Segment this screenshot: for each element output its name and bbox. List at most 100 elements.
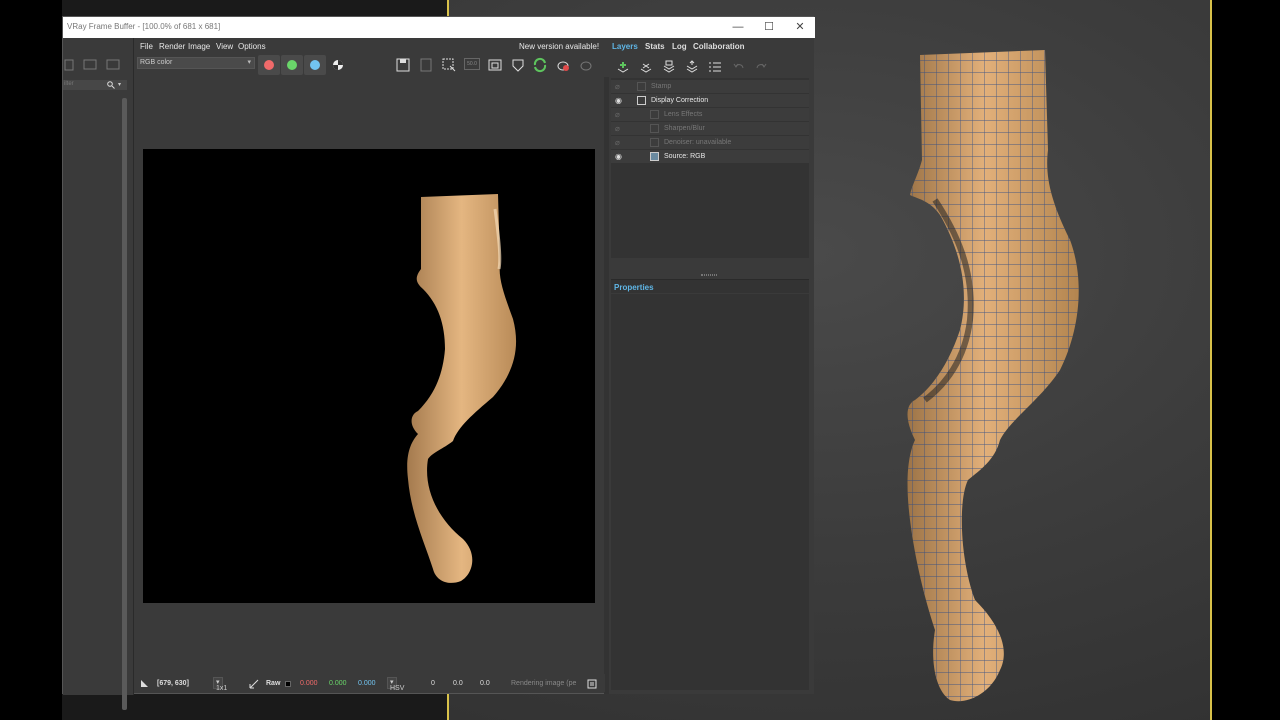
layer-row-display-correction[interactable]: ◉ Display Correction [611,94,809,107]
region-render-icon[interactable] [441,57,457,73]
menu-view[interactable]: View [216,42,233,51]
layer-label-stamp: Stamp [651,83,672,90]
layer-row-source-rgb[interactable]: ◉ Source: RGB [611,150,809,163]
menu-options[interactable]: Options [238,42,266,51]
new-version-link[interactable]: New version available! [519,42,599,51]
layer-label-sharpen-blur: Sharpen/Blur [664,125,705,132]
channel-select[interactable]: RGB color ▾ [137,57,255,69]
compare-icon[interactable] [487,57,503,73]
source-layer-icon [650,152,659,161]
color-picker-icon[interactable] [249,679,259,689]
render-teapot-icon[interactable] [555,57,571,73]
raw-label: Raw [266,680,281,687]
save-layers-icon[interactable] [662,60,676,74]
save-icon[interactable] [395,57,411,73]
layers-splitter-handle[interactable] [701,274,717,276]
interactive-render-icon[interactable] [532,57,548,73]
stamp-layer-icon [637,82,646,91]
properties-label: Properties [614,283,654,292]
title-bar[interactable]: VRay Frame Buffer - [100.0% of 681 x 681… [63,17,815,38]
delete-layer-icon[interactable] [639,60,653,74]
alpha-channel-icon[interactable] [330,57,346,73]
green-channel-button[interactable] [281,55,303,75]
sharpen-blur-icon [650,124,659,133]
hue-value: 0 [431,680,435,687]
menu-render[interactable]: Render [159,42,185,51]
minimize-button[interactable]: — [723,19,753,35]
zoom-badge[interactable]: 50.0 [464,58,480,70]
green-dot-icon [287,60,297,70]
color-mode-value: HSV [390,685,405,692]
chevron-down-icon: ▾ [247,59,251,66]
status-bar: [679, 630] 1x1 ▾ Raw 0.000 0.000 0.000 H… [135,674,605,692]
track-mouse-icon[interactable] [510,57,526,73]
tab-stats[interactable]: Stats [645,42,665,51]
layer-hidden-icon[interactable]: ⌀ [615,136,625,149]
render-cancel-icon[interactable] [578,57,594,73]
rendered-image[interactable] [143,149,595,603]
layers-panel: Layers Stats Log Collaboration ⌀ Stamp ◉… [609,38,814,694]
render-canvas[interactable] [135,77,605,689]
vfb-toolbar: RGB color ▾ 50.0 [135,55,607,77]
layer-list-icon[interactable] [708,60,722,74]
eye-icon[interactable]: ◉ [615,94,625,107]
layers-list: ⌀ Stamp ◉ Display Correction ⌀ Lens Effe… [611,78,809,258]
history-toolbar-icons[interactable] [63,56,127,76]
red-value: 0.000 [300,680,318,687]
layer-row-lens-effects[interactable]: ⌀ Lens Effects [611,108,809,121]
history-scrollbar[interactable] [122,98,127,710]
layer-label-source-rgb: Source: RGB [664,153,706,160]
tab-collaboration[interactable]: Collaboration [693,42,745,51]
eye-icon[interactable]: ◉ [615,150,625,163]
close-button[interactable]: ✕ [785,19,815,35]
rendered-table-leg [407,194,517,583]
channel-select-value: RGB color [140,59,173,66]
redo-icon[interactable] [755,61,767,73]
black-margin-left [0,0,62,720]
layer-hidden-icon[interactable]: ⌀ [615,80,625,93]
properties-header: Properties [611,279,809,293]
history-panel: ilter ▾ [63,38,134,710]
layer-row-sharpen-blur[interactable]: ⌀ Sharpen/Blur [611,122,809,135]
layer-hidden-icon[interactable]: ⌀ [615,108,625,121]
undo-icon[interactable] [733,61,745,73]
layer-row-denoiser[interactable]: ⌀ Denoiser: unavailable [611,136,809,149]
blue-dot-icon [310,60,320,70]
pixel-info-icon[interactable] [140,679,149,688]
color-mode-select[interactable]: HSV ▾ [387,677,404,692]
layer-toolbar [609,56,814,78]
maximize-button[interactable]: ☐ [754,19,784,35]
properties-area [611,294,809,690]
blue-value: 0.000 [358,680,376,687]
clear-image-icon[interactable] [418,57,434,73]
history-filter[interactable]: ilter ▾ [63,80,127,90]
menu-file[interactable]: File [140,42,153,51]
search-icon[interactable] [107,81,115,89]
menu-image[interactable]: Image [188,42,210,51]
blue-channel-button[interactable] [304,55,326,75]
layer-row-stamp[interactable]: ⌀ Stamp [611,80,809,93]
sample-size-select[interactable]: 1x1 ▾ [213,677,227,692]
dropdown-icon[interactable]: ▾ [118,81,121,88]
layer-label-denoiser: Denoiser: unavailable [664,139,732,146]
red-channel-button[interactable] [258,55,280,75]
load-layers-icon[interactable] [685,60,699,74]
menu-bar: File Render Image View Options New versi… [135,38,607,54]
lens-effects-icon [650,110,659,119]
green-value: 0.000 [329,680,347,687]
tab-layers[interactable]: Layers [612,42,638,51]
filter-input[interactable]: ilter [64,81,74,87]
window-title: VRay Frame Buffer - [100.0% of 681 x 681… [67,22,221,31]
color-swatch [285,681,291,687]
add-layer-icon[interactable] [616,60,630,74]
frame-buffer-window: VRay Frame Buffer - [100.0% of 681 x 681… [62,16,815,710]
layer-label-display-correction: Display Correction [651,97,709,104]
red-dot-icon [264,60,274,70]
layer-hidden-icon[interactable]: ⌀ [615,122,625,135]
log-icon[interactable] [587,679,597,689]
black-margin-right [1212,0,1280,720]
curve-layer-icon [637,96,646,105]
tab-log[interactable]: Log [672,42,687,51]
value-value: 0.0 [480,680,490,687]
panel-tabs: Layers Stats Log Collaboration [609,40,814,54]
